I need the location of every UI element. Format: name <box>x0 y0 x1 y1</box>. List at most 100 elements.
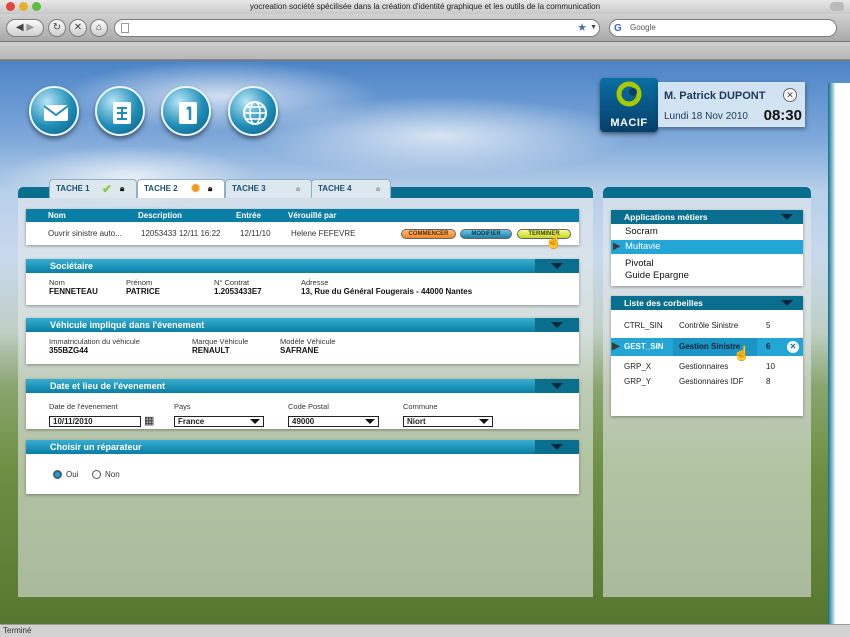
bookmark-star-icon[interactable]: ★ <box>577 20 587 36</box>
browser-toolbar: ◀ ▶ ↻ ✕ ⌂ ★ ▼ G Google <box>0 14 850 42</box>
commune-value: Niort <box>407 417 426 426</box>
window-titlebar: yocreation société spécilisée dans la cr… <box>0 0 850 14</box>
applications-box: Applications métiers Socram ▶ Multavie P… <box>611 210 803 286</box>
toolbar-toggle-button[interactable] <box>830 2 844 11</box>
corbeille-count: 6 <box>766 342 771 351</box>
search-field[interactable]: G Google <box>609 19 837 37</box>
collapse-toggle[interactable] <box>535 440 579 454</box>
corbeille-row-gest-sin[interactable]: ▶ GEST_SIN Gestion Sinistre 6 ✕ ☝ <box>611 338 803 361</box>
back-forward-buttons[interactable]: ◀ ▶ <box>6 19 44 37</box>
reparateur-header[interactable]: Choisir un réparateur <box>26 440 579 454</box>
task-nom: Ouvrir sinistre auto... <box>48 229 122 238</box>
window-controls[interactable] <box>6 2 41 11</box>
corbeille-row-grp-y[interactable]: GRP_Y Gestionnaires IDF 8 <box>611 374 803 389</box>
evenement-header[interactable]: Date et lieu de l'évenement <box>26 379 579 393</box>
corbeille-name: Gestionnaires IDF <box>679 377 744 386</box>
evenement-section: Date et lieu de l'évenement Date de l'év… <box>26 379 579 429</box>
chevron-down-icon[interactable] <box>781 300 793 306</box>
date-field[interactable]: 10/11/2010 <box>49 416 141 427</box>
close-window-button[interactable] <box>6 2 15 11</box>
tab-tache-2[interactable]: TACHE 2 ✺ 🔒︎ <box>137 179 225 198</box>
calendar-picker-icon[interactable]: ▦ <box>144 414 154 427</box>
logout-close-icon[interactable]: ✕ <box>783 88 797 102</box>
terminer-button[interactable]: TERMINER <box>517 229 571 239</box>
radio-oui[interactable] <box>53 470 62 479</box>
web-button[interactable] <box>228 86 278 136</box>
right-scroll-panel[interactable] <box>828 83 850 624</box>
google-icon: G <box>614 23 622 34</box>
mail-icon <box>43 105 69 121</box>
home-button[interactable]: ⌂ <box>90 19 108 37</box>
reload-button[interactable]: ↻ <box>48 19 66 37</box>
lock-icon: 🔒︎ <box>120 184 125 193</box>
tab-tache-1[interactable]: TACHE 1 ✔ 🔒︎ <box>49 179 137 198</box>
modele-label: Modèle Véhicule <box>280 337 336 346</box>
current-time: 08:30 <box>763 107 802 124</box>
app-item-socram[interactable]: Socram <box>611 225 803 239</box>
reload-icon: ↻ <box>52 22 62 33</box>
corbeilles-header[interactable]: Liste des corbeilles <box>611 296 803 310</box>
modifier-button[interactable]: MODIFIER <box>460 229 512 239</box>
tab-tache-3[interactable]: TACHE 3 🔒︎ <box>225 179 312 198</box>
mail-button[interactable] <box>29 86 79 136</box>
corbeille-code: GEST_SIN <box>624 342 664 351</box>
app-item-guide-epargne[interactable]: Guide Epargne <box>611 269 803 283</box>
zoom-window-button[interactable] <box>32 2 41 11</box>
marque-value: RENAULT <box>192 346 230 355</box>
remove-close-icon[interactable]: ✕ <box>787 341 799 353</box>
status-text: Terminé <box>3 626 32 635</box>
document-button[interactable] <box>95 86 145 136</box>
radio-non[interactable] <box>92 470 101 479</box>
pays-value: France <box>178 417 205 426</box>
chevron-down-icon <box>551 444 563 450</box>
page-icon <box>121 23 129 33</box>
calendar-button[interactable] <box>161 86 211 136</box>
corbeille-row-ctrl-sin[interactable]: CTRL_SIN Contrôle Sinistre 5 <box>611 318 803 333</box>
logo-text: MACIF <box>610 117 648 129</box>
cloud-decoration <box>250 96 630 176</box>
forward-arrow-icon[interactable]: ▶ <box>26 22 34 33</box>
corbeille-name: Contrôle Sinistre <box>679 321 739 330</box>
check-icon: ✔ <box>102 182 113 196</box>
app-item-multavie[interactable]: ▶ Multavie <box>611 240 803 254</box>
chevron-down-icon <box>551 383 563 389</box>
current-date: Lundi 18 Nov 2010 <box>664 111 748 122</box>
section-title: Date et lieu de l'évenement <box>50 381 166 391</box>
cp-value: 49000 <box>292 417 315 426</box>
vehicule-header[interactable]: Véhicule impliqué dans l'évenement <box>26 318 579 332</box>
immat-value: 355BZG44 <box>49 346 89 355</box>
pays-select[interactable]: France <box>174 416 264 427</box>
url-bar[interactable]: ★ ▼ <box>114 19 600 37</box>
corbeilles-box: Liste des corbeilles CTRL_SIN Contrôle S… <box>611 296 803 416</box>
commune-select[interactable]: Niort <box>403 416 493 427</box>
applications-title: Applications métiers <box>624 212 708 222</box>
window-title: yocreation société spécilisée dans la cr… <box>249 2 601 11</box>
corbeille-row-grp-x[interactable]: GRP_X Gestionnaires 10 <box>611 359 803 374</box>
commencer-button[interactable]: COMMENCER <box>401 229 456 239</box>
collapse-toggle[interactable] <box>535 318 579 332</box>
col-description: Description <box>138 211 183 220</box>
societaire-section: Sociétaire Nom FENNETEAU Prénom PATRICE … <box>26 259 579 305</box>
chevron-down-icon[interactable] <box>781 214 793 220</box>
bookmarks-bar <box>0 42 850 60</box>
radio-non-label: Non <box>105 470 120 479</box>
cp-select[interactable]: 49000 <box>288 416 379 427</box>
app-item-label: Multavie <box>625 241 661 252</box>
status-bar: Terminé <box>0 624 850 637</box>
minimize-window-button[interactable] <box>19 2 28 11</box>
collapse-toggle[interactable] <box>535 259 579 273</box>
tab-tache-4[interactable]: TACHE 4 🔒︎ <box>311 179 391 198</box>
corbeille-code: GRP_X <box>624 362 652 371</box>
back-arrow-icon[interactable]: ◀ <box>16 22 24 33</box>
collapse-toggle[interactable] <box>535 379 579 393</box>
immat-label: Immatriculation du véhicule <box>49 337 140 346</box>
task-entree: 12/11/10 <box>240 229 271 238</box>
applications-header[interactable]: Applications métiers <box>611 210 803 224</box>
section-title: Véhicule impliqué dans l'évenement <box>50 320 205 330</box>
lock-icon: 🔒︎ <box>376 184 381 193</box>
stop-button[interactable]: ✕ <box>69 19 87 37</box>
societaire-header[interactable]: Sociétaire <box>26 259 579 273</box>
tab-label: TACHE 4 <box>318 184 352 193</box>
cp-label: Code Postal <box>288 402 329 411</box>
history-dropdown-icon[interactable]: ▼ <box>590 20 597 36</box>
